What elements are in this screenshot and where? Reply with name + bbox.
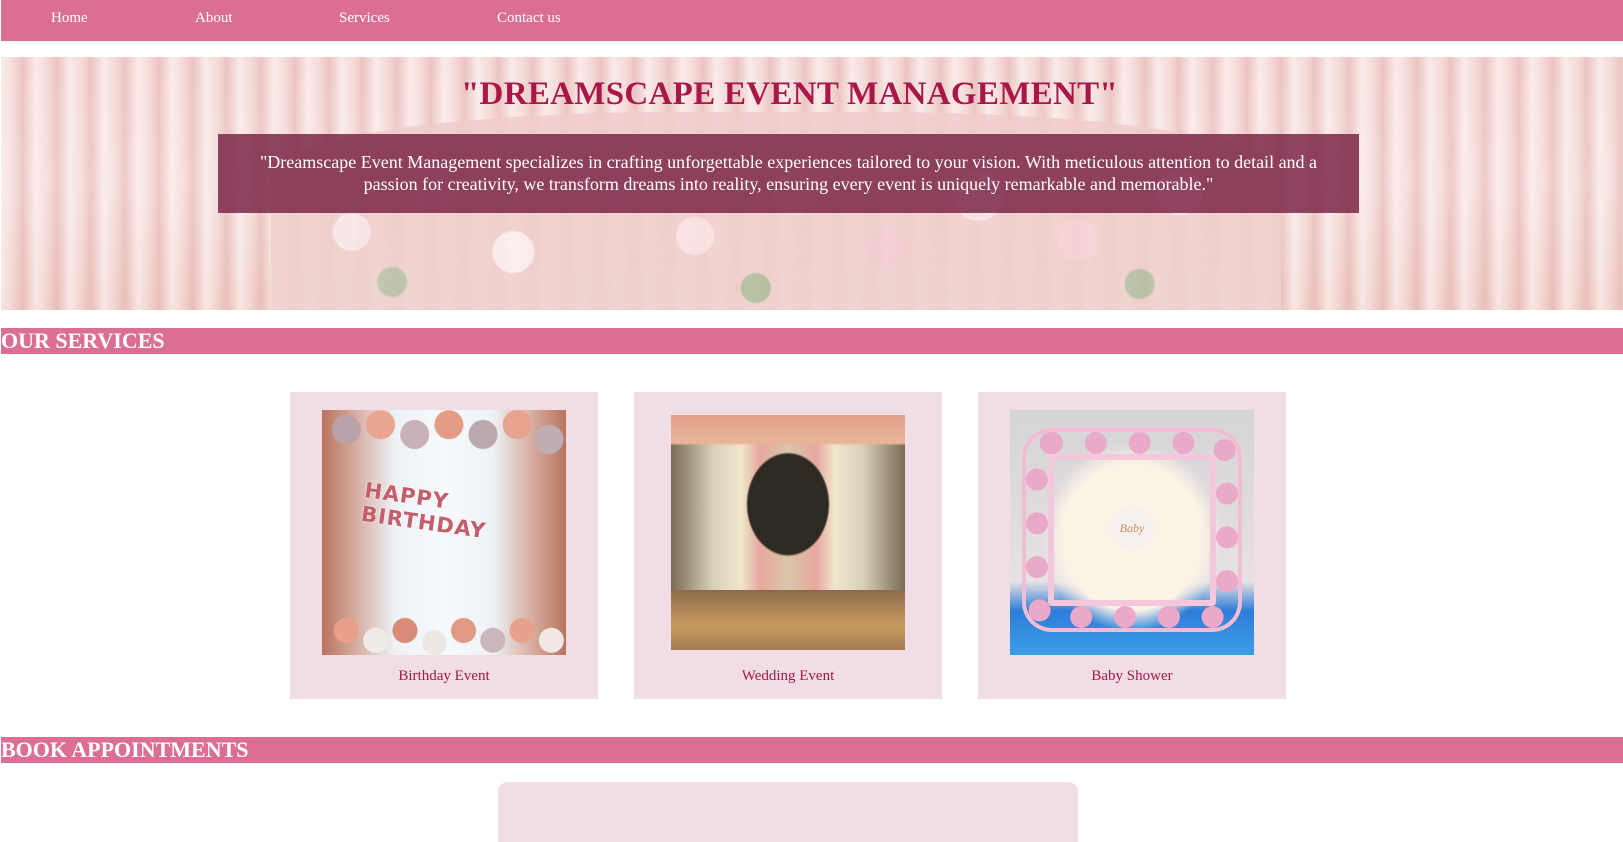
nav-home-link[interactable]: Home — [51, 10, 88, 27]
birthday-image: HAPPY BIRTHDAY — [322, 410, 566, 655]
nav-services-link[interactable]: Services — [339, 10, 390, 27]
hero-title: "DREAMSCAPE EVENT MANAGEMENT" — [460, 76, 1119, 112]
nav-about-link[interactable]: About — [195, 10, 233, 27]
service-card-label: Baby Shower — [1091, 668, 1173, 684]
hero-description: "Dreamscape Event Management specializes… — [259, 152, 1318, 194]
wedding-image — [671, 415, 905, 650]
wedding-floor — [671, 590, 905, 650]
service-card-label: Wedding Event — [741, 668, 835, 684]
hero-banner: "DREAMSCAPE EVENT MANAGEMENT" "Dreamscap… — [1, 57, 1623, 310]
service-card-wedding[interactable]: Wedding Event — [634, 392, 942, 699]
service-card-label: Birthday Event — [398, 668, 490, 684]
top-nav: Home About Services Contact us — [1, 0, 1623, 41]
booking-heading: BOOK APPOINTMENTS — [1, 737, 249, 762]
baby-shower-image: Baby — [1010, 410, 1254, 655]
hero-description-box: "Dreamscape Event Management specializes… — [218, 134, 1359, 213]
services-section-bar: OUR SERVICES — [1, 328, 1623, 354]
services-heading: OUR SERVICES — [1, 328, 165, 353]
nav-contact-link[interactable]: Contact us — [497, 10, 561, 27]
service-card-baby-shower[interactable]: Baby Baby Shower — [978, 392, 1286, 699]
service-card-birthday[interactable]: HAPPY BIRTHDAY Birthday Event — [290, 392, 598, 699]
booking-section-bar: BOOK APPOINTMENTS — [1, 737, 1623, 763]
birthday-image-banner: HAPPY BIRTHDAY — [359, 478, 488, 544]
booking-form-panel — [498, 782, 1078, 842]
baby-sign: Baby — [1110, 506, 1154, 550]
